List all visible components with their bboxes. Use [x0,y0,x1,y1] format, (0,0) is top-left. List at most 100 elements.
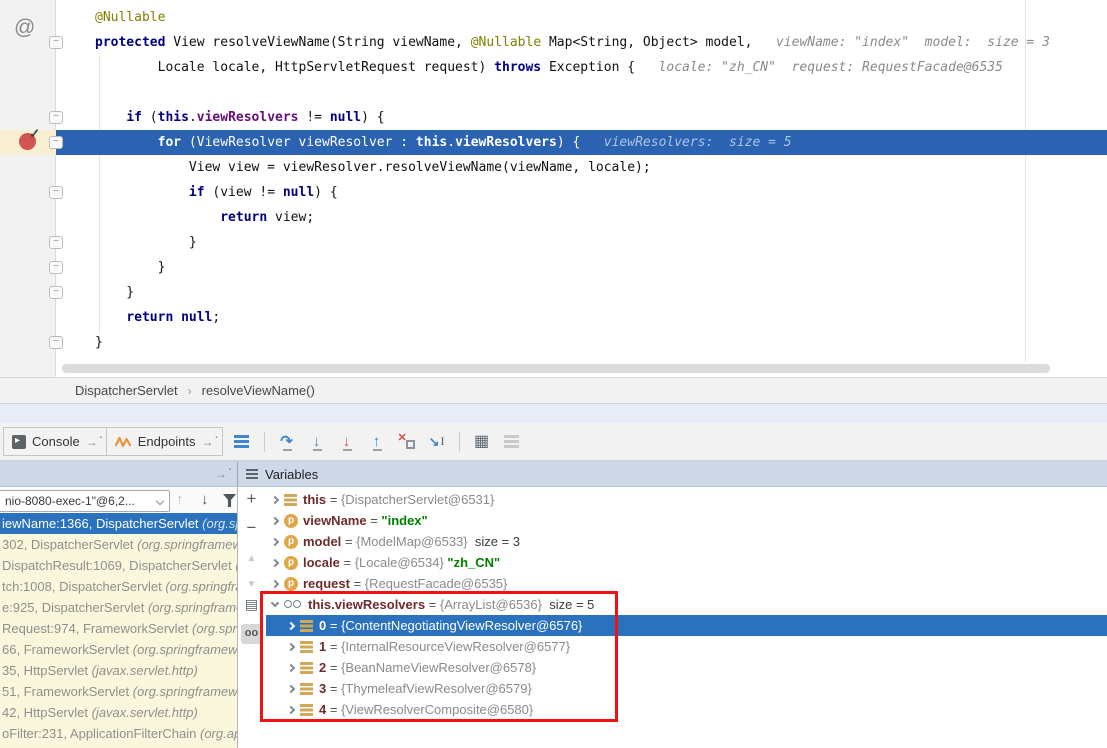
toolbar-separator [459,432,460,452]
chevron-right-icon[interactable] [266,560,284,566]
chevron-right-icon[interactable] [266,581,284,587]
stack-frame-row[interactable]: 51, FrameworkServlet (org.springframewo [0,681,237,702]
code-line[interactable]: } [56,230,1107,255]
code-editor[interactable]: @ @Nullableprotected View resolveViewNam… [0,0,1107,377]
stream-trace-icon [504,435,519,438]
code-line[interactable]: @Nullable [56,5,1107,30]
fold-region-end-icon[interactable]: − [49,261,63,274]
fold-region-end-icon[interactable]: − [49,286,63,299]
chevron-right-icon[interactable] [266,539,284,545]
code-segment: . [189,110,197,125]
step-over-button[interactable]: ↷ [275,430,299,454]
frame-location: tch:1008, DispatcherServlet [2,579,165,594]
thread-selector[interactable]: nio-8080-exec-1"@6,2... [0,490,170,512]
float-window-icon[interactable]: → [202,436,214,448]
code-segment: View resolveViewName(String viewName, [173,35,470,50]
code-line[interactable]: if (this.viewResolvers != null) { [56,105,1107,130]
fold-region-end-icon[interactable]: − [49,236,63,249]
code-line[interactable]: View view = viewResolver.resolveViewName… [56,155,1107,180]
stack-frame-row[interactable]: 35, HttpServlet (javax.servlet.http) [0,660,237,681]
stack-frame-row[interactable]: 42, HttpServlet (javax.servlet.http) [0,702,237,723]
step-over-icon: ↷ [280,434,293,449]
step-out-button[interactable]: ↑ [365,430,389,454]
variable-name: locale [303,555,340,570]
breadcrumb-method[interactable]: resolveViewName() [202,383,315,398]
breakpoint-icon[interactable] [19,133,36,150]
stack-frame-row[interactable]: oFilter:231, ApplicationFilterChain (org… [0,723,237,744]
code-line[interactable]: } [56,330,1107,355]
variable-row[interactable]: plocale = {Locale@6534} "zh_CN" [266,552,1107,573]
float-window-icon[interactable]: → [215,468,227,480]
drop-frame-button[interactable]: ✕ [395,430,419,454]
float-window-icon[interactable]: → [86,436,98,448]
breadcrumb-class[interactable]: DispatcherServlet [75,383,178,398]
code-line[interactable]: Locale locale, HttpServletRequest reques… [56,55,1107,80]
variable-row[interactable]: this = {DispatcherServlet@6531} [266,489,1107,510]
next-frame-button[interactable]: ↓ [201,491,209,508]
move-watch-down-button[interactable]: ▼ [238,579,265,590]
variable-reference: {DispatcherServlet@6531} [341,492,494,507]
code-segment: return [126,310,173,325]
trace-stream-button[interactable] [500,430,524,454]
variable-row[interactable]: pviewName = "index" [266,510,1107,531]
stack-frame-row[interactable]: 302, DispatcherServlet (org.springframew [0,534,237,555]
panel-headers: → Variables [0,461,1107,487]
show-watches-toggle[interactable]: oo [241,624,262,644]
step-into-icon: ↓ [313,434,321,449]
parameter-icon: p [284,556,303,570]
code-segment: View view = viewResolver.resolveViewName… [95,160,651,175]
fold-region-start-icon[interactable]: − [49,186,63,199]
stack-frame-row[interactable]: e:925, DispatcherServlet (org.springfram… [0,597,237,618]
force-step-into-button[interactable]: ↓ [335,430,359,454]
stack-frame-row[interactable]: tch:1008, DispatcherServlet (org.springf… [0,576,237,597]
code-segment: ; [212,310,220,325]
stack-frame-row[interactable]: DispatchResult:1069, DispatcherServlet (… [0,555,237,576]
chevron-right-icon[interactable] [266,518,284,524]
code-line[interactable]: protected View resolveViewName(String vi… [56,30,1107,55]
code-line[interactable]: return null; [56,305,1107,330]
code-segment: } [95,260,165,275]
add-watch-button[interactable]: + [238,489,265,509]
remove-watch-button[interactable]: − [238,518,265,538]
editor-horizontal-scrollbar[interactable] [62,364,1050,373]
variable-reference: {ModelMap@6533} [356,534,468,549]
execution-line[interactable]: for (ViewResolver viewResolver : this.vi… [56,130,1107,155]
step-into-button[interactable]: ↓ [305,430,329,454]
code-segment: this [416,135,447,150]
tab-endpoints[interactable]: Endpoints → [106,427,223,456]
code-segment: ) { [557,135,604,150]
code-line[interactable]: return view; [56,205,1107,230]
variable-name: request [303,576,350,591]
tab-console[interactable]: Console → [3,427,107,456]
code-segment: Locale locale, HttpServletRequest reques… [95,60,494,75]
variable-name: model [303,534,341,549]
filter-frames-icon[interactable] [223,494,236,507]
variable-row[interactable]: pmodel = {ModelMap@6533} size = 3 [266,531,1107,552]
frames-list: iewName:1366, DispatcherServlet (org.sp3… [0,513,237,748]
code-line[interactable] [56,80,1107,105]
fold-region-start-icon[interactable]: − [49,36,63,49]
stack-frame-row[interactable]: 66, FrameworkServlet (org.springframewo [0,639,237,660]
frame-package: (org.ap [200,726,237,741]
code-segment: Map<String, Object> model, [541,35,752,50]
code-segment [95,135,158,150]
code-line[interactable]: if (view != null) { [56,180,1107,205]
stack-frame-row[interactable]: iewName:1366, DispatcherServlet (org.sp [0,513,237,534]
evaluate-expression-button[interactable]: ▦ [470,430,494,454]
console-icon [12,435,26,449]
run-to-cursor-button[interactable]: ↘I [425,430,449,454]
frame-location: iewName:1366, DispatcherServlet [2,516,202,531]
code-line[interactable]: } [56,255,1107,280]
code-line[interactable]: } [56,280,1107,305]
move-watch-up-button[interactable]: ▲ [238,553,265,564]
fold-region-start-icon[interactable]: − [49,111,63,124]
panel-divider[interactable] [237,462,238,486]
stack-frame-row[interactable]: Request:974, FrameworkServlet (org.sprin [0,618,237,639]
chevron-right-icon[interactable] [266,497,284,503]
frame-package: (org.sp [202,516,237,531]
fold-region-end-icon[interactable]: − [49,336,63,349]
previous-frame-button[interactable]: ↑ [176,491,184,508]
fold-region-start-icon[interactable]: − [49,136,63,149]
layout-settings-button[interactable] [230,430,254,454]
frame-package: (org.springfra [165,579,237,594]
